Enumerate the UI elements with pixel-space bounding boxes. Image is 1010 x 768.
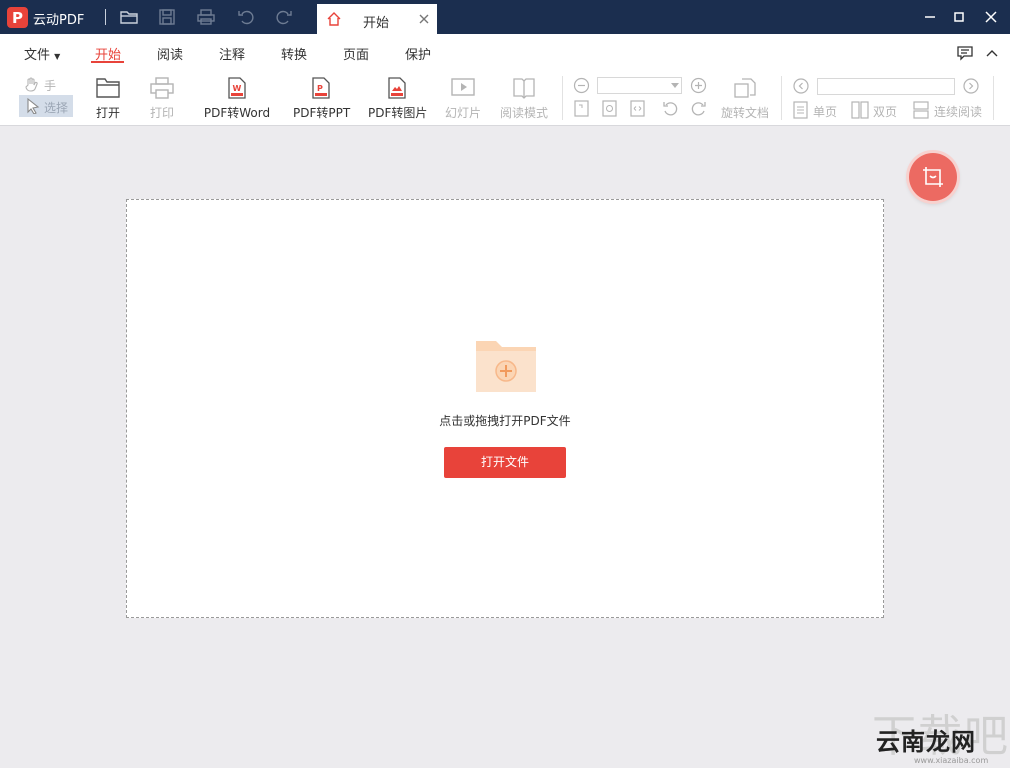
menu-item-read[interactable]: 阅读 (157, 44, 183, 63)
print-icon[interactable] (196, 7, 216, 27)
window-close-icon[interactable] (981, 7, 1001, 27)
floating-action-button[interactable] (909, 153, 957, 201)
app-logo-icon: P (7, 7, 28, 28)
title-bar: P 云动PDF 开始 (0, 0, 1010, 34)
rotate-right-icon[interactable] (690, 100, 707, 117)
fit-page-icon[interactable] (573, 100, 590, 117)
active-menu-indicator (91, 61, 124, 63)
menu-item-protect[interactable]: 保护 (405, 44, 431, 63)
slideshow-icon (451, 78, 475, 96)
open-file-button[interactable]: 打开文件 (444, 447, 566, 478)
rotate-left-icon[interactable] (662, 100, 679, 117)
watermark: 下载吧 云南龙网 www.xiazaiba.com (872, 711, 1010, 765)
minimize-icon[interactable] (920, 7, 940, 27)
double-page-icon (851, 101, 869, 119)
zoom-dropdown[interactable] (597, 77, 682, 94)
menu-bar: 文件 ▼ 开始 阅读 注释 转换 页面 保护 (0, 34, 1010, 68)
open-folder-icon[interactable] (119, 7, 139, 27)
toolbar-divider (781, 76, 782, 120)
reading-mode-button[interactable]: 阅读模式 (499, 76, 549, 121)
menu-item-annotate[interactable]: 注释 (219, 44, 245, 63)
menu-item-convert[interactable]: 转换 (281, 44, 307, 63)
print-button[interactable]: 打印 (146, 76, 178, 121)
chevron-down-icon (671, 83, 679, 88)
toolbar-divider (993, 76, 994, 120)
single-page-icon (793, 101, 808, 119)
next-page-icon[interactable] (963, 78, 979, 94)
screenshot-icon (923, 167, 943, 187)
pdf-to-ppt-button[interactable]: P PDF转PPT (293, 76, 350, 121)
book-icon (513, 78, 535, 99)
ribbon-toolbar: 手型 选择 打开 打印 W PDF转Word P PDF转PPT PDF转图片 … (0, 68, 1010, 126)
maximize-icon[interactable] (949, 7, 969, 27)
menu-file[interactable]: 文件 ▼ (24, 44, 60, 63)
redo-icon[interactable] (274, 7, 294, 27)
printer-icon (150, 77, 174, 99)
slideshow-button[interactable]: 幻灯片 (445, 76, 481, 121)
open-button[interactable]: 打开 (92, 76, 124, 121)
tab-label: 开始 (363, 16, 390, 31)
pdf-to-word-button[interactable]: W PDF转Word (203, 76, 271, 121)
previous-page-icon[interactable] (793, 78, 809, 94)
pdf-to-image-button[interactable]: PDF转图片 (368, 76, 427, 121)
select-tool[interactable]: 选择 (19, 95, 73, 117)
word-file-icon: W (228, 77, 246, 99)
comment-icon[interactable] (956, 45, 974, 61)
file-drop-zone[interactable]: 点击或拖拽打开PDF文件 打开文件 (126, 199, 884, 618)
tab-start[interactable]: 开始 (317, 4, 437, 34)
fit-width-icon[interactable] (629, 100, 646, 117)
zoom-in-icon[interactable] (690, 77, 707, 94)
app-title: 云动PDF (33, 13, 85, 28)
cursor-icon (27, 98, 40, 114)
image-file-icon (388, 77, 406, 99)
toolbar-divider (562, 76, 563, 120)
undo-icon[interactable] (236, 7, 256, 27)
open-file-icon (96, 78, 120, 98)
rotate-doc-icon (734, 78, 756, 98)
svg-text:P: P (317, 84, 323, 93)
hand-icon (25, 77, 38, 92)
page-number-input[interactable] (817, 78, 955, 95)
menu-item-page[interactable]: 页面 (343, 44, 369, 63)
drop-hint-text: 点击或拖拽打开PDF文件 (439, 414, 571, 428)
save-icon[interactable] (157, 7, 177, 27)
tab-close-icon[interactable] (417, 12, 431, 26)
add-folder-icon (476, 341, 536, 392)
zoom-out-icon[interactable] (573, 77, 590, 94)
svg-text:W: W (233, 84, 242, 93)
title-divider (105, 9, 106, 25)
collapse-ribbon-icon[interactable] (984, 45, 1002, 61)
workspace: 点击或拖拽打开PDF文件 打开文件 (0, 126, 1010, 768)
rotate-document-button[interactable]: 旋转文档 (720, 76, 770, 121)
actual-size-icon[interactable] (601, 100, 618, 117)
home-icon (326, 11, 342, 27)
continuous-icon (913, 101, 929, 119)
ppt-file-icon: P (312, 77, 330, 99)
